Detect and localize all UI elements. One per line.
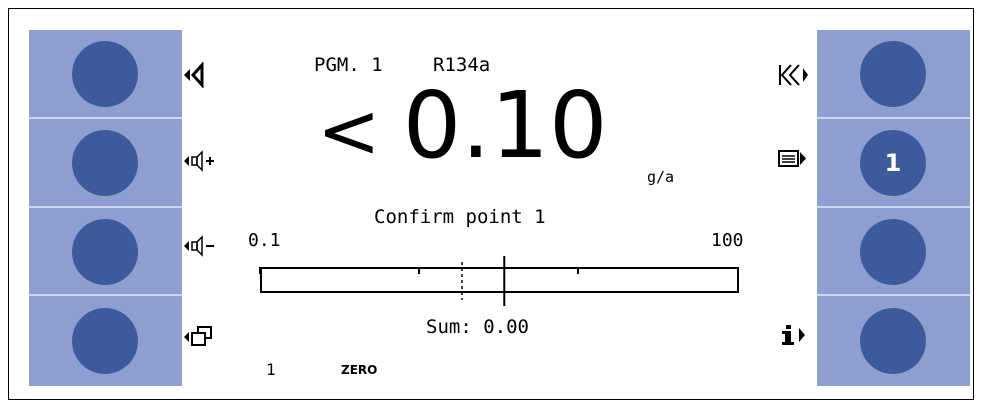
value-integer: 0 bbox=[402, 72, 462, 179]
scale-ticks bbox=[259, 256, 739, 306]
softkey-number-label: 1 bbox=[884, 149, 902, 177]
back-arrow-icon bbox=[184, 62, 204, 88]
lcd-screen: PGM. 1 R134a <0.10 g/a Confirm point 1 0… bbox=[182, 30, 817, 386]
leak-rate-value: <0.10 bbox=[317, 80, 608, 177]
scale-max-label: 100 bbox=[711, 230, 744, 251]
skip-back-icon bbox=[779, 64, 808, 86]
separator bbox=[817, 117, 970, 119]
softkey-right-3[interactable] bbox=[860, 219, 926, 285]
separator bbox=[29, 294, 182, 296]
softkey-right-1[interactable] bbox=[860, 41, 926, 107]
less-than-sign: < bbox=[317, 86, 381, 175]
unit-label: g/a bbox=[647, 168, 675, 186]
window-icon bbox=[184, 326, 212, 346]
separator bbox=[29, 117, 182, 119]
softkey-left-1[interactable] bbox=[72, 41, 138, 107]
sum-label: Sum: 0.00 bbox=[426, 316, 529, 338]
value-decimal: .10 bbox=[461, 72, 608, 179]
menu-list-icon bbox=[778, 150, 806, 167]
scale-min-label: 0.1 bbox=[248, 230, 281, 251]
program-label: PGM. 1 bbox=[314, 54, 383, 76]
separator bbox=[29, 206, 182, 208]
volume-up-icon bbox=[184, 150, 214, 172]
softkey-right-2[interactable]: 1 bbox=[860, 130, 926, 196]
info-icon bbox=[782, 325, 805, 345]
footer-mode: ZERO bbox=[341, 363, 378, 377]
status-message: Confirm point 1 bbox=[374, 206, 546, 228]
separator bbox=[817, 206, 970, 208]
softkey-left-2[interactable] bbox=[72, 130, 138, 196]
footer-index: 1 bbox=[266, 360, 276, 379]
separator bbox=[817, 294, 970, 296]
device-display: 1 PGM. 1 R134a < 0.10 g/a Confirm point … bbox=[29, 30, 971, 386]
softkey-left-4[interactable] bbox=[72, 308, 138, 374]
softkey-right-4[interactable] bbox=[860, 308, 926, 374]
softkey-left-3[interactable] bbox=[72, 219, 138, 285]
left-softkey-panel bbox=[29, 30, 182, 386]
right-softkey-panel: 1 bbox=[817, 30, 970, 386]
